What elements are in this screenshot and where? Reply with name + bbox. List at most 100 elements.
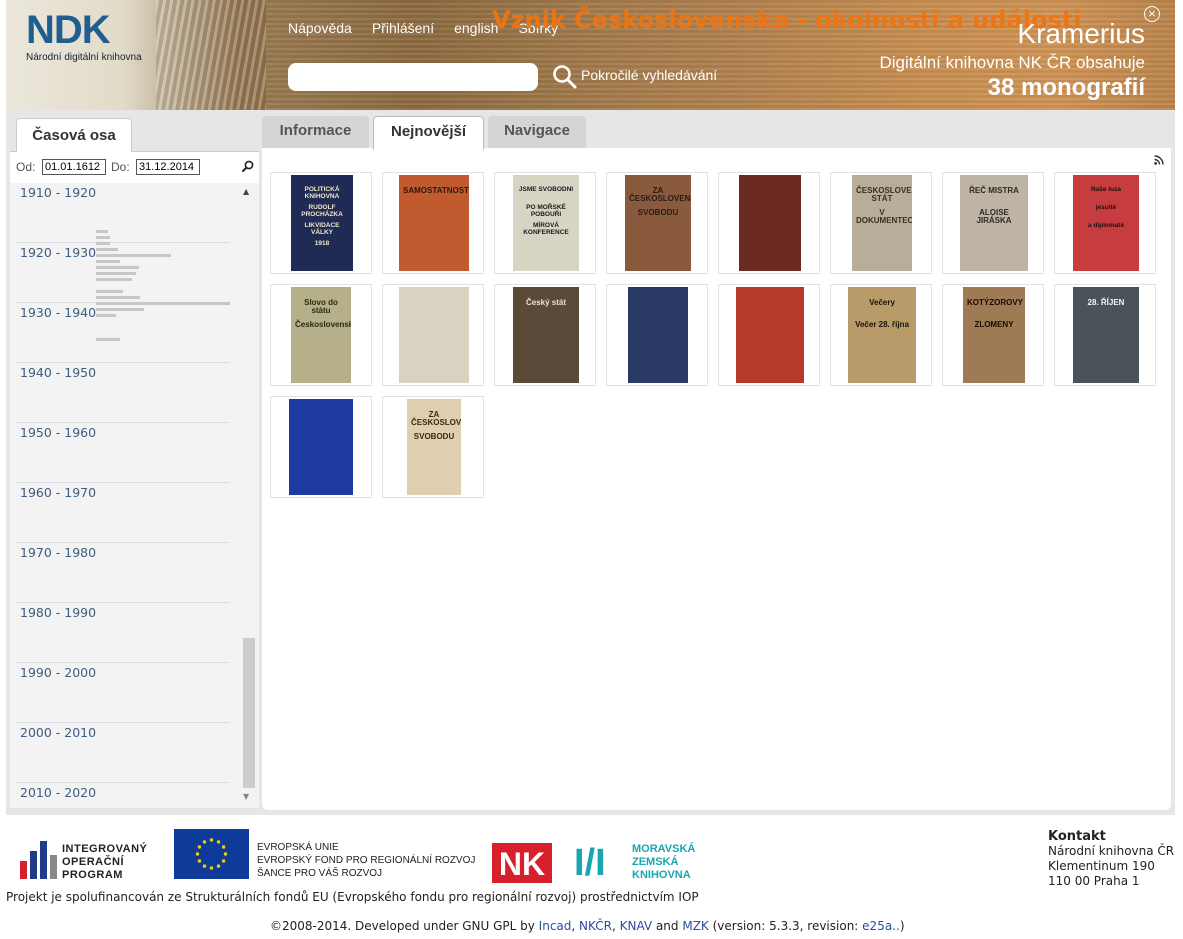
cover-title-text: KOTÝZOROVY [967, 298, 1024, 307]
cover-title-text: jesuité [1095, 204, 1117, 211]
cover-title-text: POLITICKÁ KNIHOVNA [304, 186, 340, 200]
document-thumbnail[interactable] [270, 396, 372, 498]
document-thumbnail[interactable] [606, 284, 708, 386]
cover-title-text: ZA ČESKOSLOVENSKOU [411, 410, 461, 428]
cover-title-text: JSME SVOBODNI [518, 186, 574, 193]
decade-2000[interactable]: 2000 - 2010 [16, 723, 230, 783]
document-thumbnail[interactable]: ZA ČESKOSLOVENSKOU SVOBODU [606, 172, 708, 274]
document-thumbnail[interactable]: Slovo do státu Československa. [270, 284, 372, 386]
date-search-icon[interactable] [241, 159, 255, 173]
year-count-bar[interactable] [96, 272, 136, 275]
nk-logo[interactable]: NK [492, 843, 552, 883]
banner-books-decoration [156, 0, 266, 110]
document-thumbnail[interactable]: ČESKOSLOVENSKÝ STÁT V DOKUMENTECH [830, 172, 932, 274]
cover-title-text: MÍROVÁ KONFERENCE [523, 222, 569, 236]
copyright-line: ©2008-2014. Developed under GNU GPL by I… [270, 919, 905, 933]
cover-title-text: ŘEČ MISTRA [969, 186, 1019, 195]
year-count-bar[interactable] [96, 242, 110, 245]
decade-1930[interactable]: 1930 - 1940 [16, 303, 230, 363]
cover-title-text: Večer 28. října [855, 320, 909, 329]
date-to-label: Do: [111, 160, 130, 174]
decade-2010[interactable]: 2010 - 2020 [16, 783, 230, 808]
library-info: Digitální knihovna NK ČR obsahuje [879, 53, 1145, 72]
search-icon[interactable] [552, 64, 578, 90]
document-thumbnail[interactable]: 28. ŘÍJEN [1054, 284, 1156, 386]
timeline-scrollbar[interactable]: ▲ ▼ [241, 183, 255, 808]
nav-login[interactable]: Přihlášení [372, 20, 434, 36]
year-count-bar[interactable] [96, 308, 144, 311]
book-cover: ZA ČESKOSLOVENSKOU SVOBODU [407, 399, 461, 495]
link-revision[interactable]: e25a.. [862, 919, 900, 933]
year-count-bar[interactable] [96, 266, 139, 269]
ndk-logo[interactable]: NDK Národní digitální knihovna [26, 10, 161, 66]
mzk-logo[interactable]: I/I MORAVSKÁ ZEMSKÁ KNIHOVNA [574, 843, 714, 883]
year-count-bar[interactable] [96, 236, 110, 239]
year-count-bar[interactable] [96, 230, 108, 233]
decade-1990[interactable]: 1990 - 2000 [16, 663, 230, 723]
document-thumbnail[interactable]: KOTÝZOROVY ZLOMENY [942, 284, 1044, 386]
tab-information[interactable]: Informace [262, 116, 369, 148]
document-thumbnail[interactable]: SAMOSTATNOST [382, 172, 484, 274]
document-thumbnail[interactable]: Naše luza jesuité a diplomaté [1054, 172, 1156, 274]
eu-fund-text: EVROPSKÁ UNIE EVROPSKÝ FOND PRO REGIONÁL… [257, 842, 476, 879]
decade-1980[interactable]: 1980 - 1990 [16, 603, 230, 663]
document-thumbnail[interactable]: ZA ČESKOSLOVENSKOU SVOBODU [382, 396, 484, 498]
year-count-bar[interactable] [96, 296, 140, 299]
book-cover: ČESKOSLOVENSKÝ STÁT V DOKUMENTECH [852, 175, 912, 271]
cover-title-text: LIKVIDACE VÁLKY [304, 222, 340, 236]
document-thumbnail[interactable]: JSME SVOBODNI PO MOŘSKÉ POBOUŘI MÍROVÁ KON… [494, 172, 596, 274]
document-thumbnail[interactable] [718, 284, 820, 386]
contact-title: Kontakt [1048, 829, 1106, 844]
tab-navigation[interactable]: Navigace [488, 116, 586, 148]
link-nkcr[interactable]: NKČR [579, 919, 612, 933]
document-thumbnail[interactable]: Český stát [494, 284, 596, 386]
document-thumbnail[interactable] [382, 284, 484, 386]
date-to-input[interactable] [136, 159, 200, 175]
document-thumbnail[interactable]: Večery Večer 28. října [830, 284, 932, 386]
tab-timeline[interactable]: Časová osa [16, 118, 132, 152]
date-filter: Od: Do: [10, 151, 259, 183]
book-cover: Slovo do státu Československa. [291, 287, 351, 383]
advanced-search-link[interactable]: Pokročilé vyhledávání [581, 67, 717, 83]
decade-1950[interactable]: 1950 - 1960 [16, 423, 230, 483]
document-thumbnail[interactable] [718, 172, 820, 274]
decade-1940[interactable]: 1940 - 1950 [16, 363, 230, 423]
decade-1910[interactable]: 1910 - 1920 [16, 183, 230, 243]
svg-text:NK: NK [499, 846, 545, 882]
cover-title-text: ALOISE JIRÁSKA [976, 208, 1012, 226]
decade-1960[interactable]: 1960 - 1970 [16, 483, 230, 543]
link-incad[interactable]: Incad [539, 919, 572, 933]
scroll-down-icon[interactable]: ▼ [243, 792, 249, 801]
cover-title-text: ČESKOSLOVENSKÝ STÁT [856, 186, 912, 204]
decade-1970[interactable]: 1970 - 1980 [16, 543, 230, 603]
book-cover: Český stát [513, 287, 579, 383]
contact-line: Národní knihovna ČR [1048, 844, 1175, 858]
year-count-bar[interactable] [96, 338, 120, 341]
year-count-bar[interactable] [96, 278, 132, 281]
iop-bars-graphic [20, 841, 60, 879]
date-from-label: Od: [16, 160, 36, 174]
year-count-bar[interactable] [96, 290, 123, 293]
document-thumbnail[interactable]: POLITICKÁ KNIHOVNA RUDOLF PROCHÁZKA LIKVID… [270, 172, 372, 274]
search-input[interactable] [288, 63, 538, 91]
timeline-list[interactable]: 1910 - 1920 1920 - 1930 1930 - 1940 1940… [10, 183, 259, 808]
nav-help[interactable]: Nápověda [288, 20, 352, 36]
tab-newest[interactable]: Nejnovější [373, 116, 484, 150]
scroll-up-icon[interactable]: ▲ [243, 187, 249, 196]
eu-flag[interactable] [174, 829, 249, 879]
link-knav[interactable]: KNAV [620, 919, 653, 933]
year-count-bar[interactable] [96, 248, 118, 251]
document-thumbnail[interactable]: ŘEČ MISTRA ALOISE JIRÁSKA [942, 172, 1044, 274]
year-count-bar[interactable] [96, 314, 116, 317]
iop-logo[interactable]: INTEGROVANÝ OPERAČNÍ PROGRAM [20, 829, 160, 881]
cover-title-text: Slovo do státu [304, 298, 338, 316]
year-count-bar[interactable] [96, 260, 120, 263]
book-cover: JSME SVOBODNI PO MOŘSKÉ POBOUŘI MÍROVÁ KON… [513, 175, 579, 271]
scrollbar-thumb[interactable] [243, 638, 255, 788]
year-count-bar[interactable] [96, 254, 171, 257]
rss-icon[interactable] [1154, 154, 1164, 165]
year-count-bar[interactable] [96, 302, 230, 305]
close-collection-button[interactable]: × [1144, 6, 1160, 22]
link-mzk[interactable]: MZK [682, 919, 708, 933]
date-from-input[interactable] [42, 159, 106, 175]
